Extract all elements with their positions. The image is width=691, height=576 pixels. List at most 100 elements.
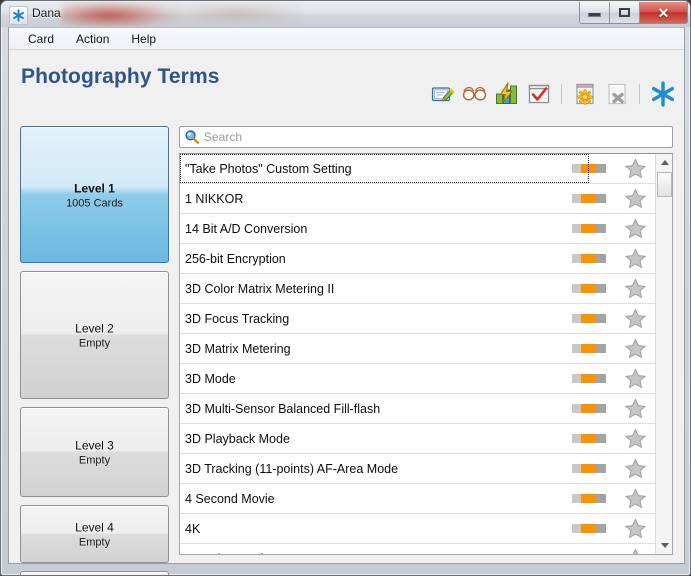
quick-quiz-button[interactable] (493, 80, 520, 107)
star-toggle[interactable] (623, 187, 647, 211)
title-bar[interactable]: Dana ✕ (1, 1, 690, 27)
star-icon (624, 158, 646, 179)
table-row[interactable]: 3D Focus Tracking (180, 304, 655, 334)
app-icon[interactable] (9, 6, 28, 25)
card-title: 4 Second Movie (185, 491, 275, 506)
sidebar-item-level-1[interactable]: Level 1 1005 Cards (20, 126, 169, 263)
table-row[interactable]: 51 Point Autofocus System (180, 544, 655, 554)
new-card-button[interactable] (571, 80, 598, 107)
maximize-button[interactable] (610, 2, 640, 23)
progress-indicator (571, 313, 607, 324)
menu-item-card[interactable]: Card (19, 30, 63, 48)
progress-indicator (571, 193, 607, 204)
vertical-scrollbar[interactable] (655, 154, 672, 554)
star-icon (624, 248, 646, 269)
card-title: 256-bit Encryption (185, 251, 286, 266)
star-toggle[interactable] (623, 247, 647, 271)
table-row[interactable]: 3D Matrix Metering (180, 334, 655, 364)
minimize-icon (588, 13, 601, 17)
close-icon: ✕ (657, 4, 670, 21)
star-toggle[interactable] (623, 517, 647, 541)
star-icon (624, 278, 646, 299)
star-icon (632, 548, 638, 554)
card-list[interactable]: "Take Photos" Custom Setting 1 NIKKOR 14… (179, 153, 673, 555)
dana-button[interactable] (649, 80, 676, 107)
page-title: Photography Terms (21, 65, 220, 88)
table-row[interactable]: 256-bit Encryption (180, 244, 655, 274)
close-button[interactable]: ✕ (640, 2, 687, 23)
card-title: 3D Multi-Sensor Balanced Fill-flash (185, 401, 381, 416)
table-row[interactable]: 4 Second Movie (180, 484, 655, 514)
review-button[interactable] (461, 80, 488, 107)
star-icon (624, 188, 646, 209)
star-toggle[interactable] (623, 337, 647, 361)
star-toggle[interactable] (623, 277, 647, 301)
table-row[interactable]: 1 NIKKOR (180, 184, 655, 214)
table-row[interactable]: 3D Multi-Sensor Balanced Fill-flash (180, 394, 655, 424)
progress-indicator (571, 553, 607, 554)
level-1-name: Level 1 (74, 181, 115, 196)
client-area: Card Action Help Photography Terms Level… (8, 27, 685, 575)
scrollbar-thumb[interactable] (657, 172, 672, 197)
card-title: 1 NIKKOR (185, 191, 244, 206)
level-2-name: Level 2 (75, 321, 114, 336)
menu-item-help[interactable]: Help (122, 30, 165, 48)
star-icon (624, 338, 646, 359)
quick-quiz-icon (495, 81, 517, 104)
progress-indicator (571, 163, 607, 174)
progress-indicator (571, 223, 607, 234)
star-icon (624, 518, 646, 539)
level-4-count: Empty (78, 536, 111, 549)
search-input[interactable]: Search (179, 126, 673, 148)
scroll-up-icon (660, 160, 669, 165)
progress-indicator (571, 523, 607, 534)
star-toggle[interactable] (623, 397, 647, 421)
new-card-icon (575, 83, 594, 105)
snowflake-icon (13, 9, 24, 22)
sidebar-item-level-5[interactable]: Level 5 Empty (20, 571, 169, 575)
card-title: 3D Focus Tracking (185, 311, 290, 326)
toolbar-separator-2 (639, 83, 640, 104)
table-row[interactable]: 3D Playback Mode (180, 424, 655, 454)
minimize-button[interactable] (580, 2, 610, 23)
progress-indicator (571, 463, 607, 474)
star-toggle[interactable] (623, 157, 647, 181)
scroll-up-button[interactable] (656, 154, 672, 171)
star-toggle[interactable] (623, 427, 647, 451)
progress-indicator (571, 373, 607, 384)
card-title: "Take Photos" Custom Setting (185, 161, 352, 176)
card-title: 14 Bit A/D Conversion (185, 221, 308, 236)
star-toggle[interactable] (623, 217, 647, 241)
scroll-down-button[interactable] (656, 537, 672, 554)
table-row[interactable]: 3D Color Matrix Metering II (180, 274, 655, 304)
table-row[interactable]: "Take Photos" Custom Setting (180, 154, 655, 184)
star-toggle[interactable] (623, 367, 647, 391)
table-row[interactable]: 3D Tracking (11-points) AF-Area Mode (180, 454, 655, 484)
star-toggle[interactable] (623, 547, 647, 554)
sidebar-item-level-3[interactable]: Level 3 Empty (20, 407, 169, 497)
star-toggle[interactable] (623, 457, 647, 481)
star-toggle[interactable] (623, 307, 647, 331)
star-icon (624, 398, 646, 419)
star-toggle[interactable] (623, 487, 647, 511)
menu-item-action[interactable]: Action (67, 30, 118, 48)
star-icon (624, 368, 646, 389)
level-4-name: Level 4 (75, 520, 114, 535)
toolbar (429, 80, 676, 107)
delete-card-button[interactable] (603, 80, 630, 107)
edit-card-button[interactable] (429, 80, 456, 107)
level-3-count: Empty (78, 454, 111, 467)
test-button[interactable] (525, 80, 552, 107)
star-icon (624, 428, 646, 449)
level-2-count: Empty (78, 337, 111, 350)
table-row[interactable]: 3D Mode (180, 364, 655, 394)
table-row[interactable]: 14 Bit A/D Conversion (180, 214, 655, 244)
content-area: Level 1 1005 Cards Level 2 Empty Level 3… (9, 119, 684, 575)
star-icon (624, 308, 646, 329)
table-row[interactable]: 4K (180, 514, 655, 544)
titlebar-artifact (61, 1, 181, 27)
sidebar-item-level-4[interactable]: Level 4 Empty (20, 505, 169, 563)
menu-bar: Card Action Help (9, 28, 684, 50)
search-placeholder: Search (204, 130, 243, 144)
sidebar-item-level-2[interactable]: Level 2 Empty (20, 271, 169, 399)
